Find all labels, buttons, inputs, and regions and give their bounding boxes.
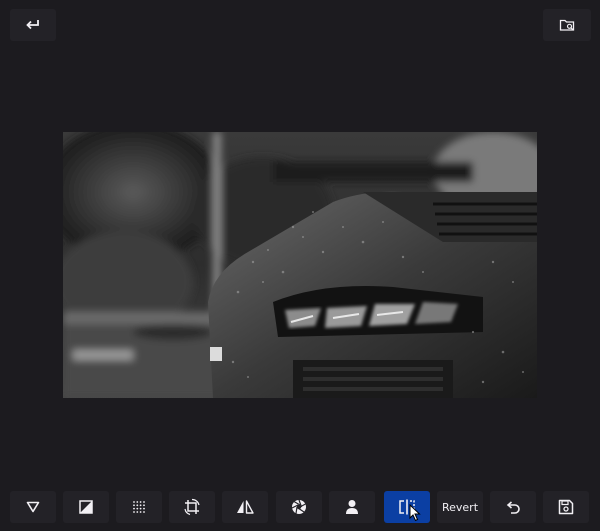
grain-dots-icon: [133, 501, 145, 513]
crop-rotate-button[interactable]: [169, 491, 215, 523]
car-photo: [63, 132, 537, 398]
back-button[interactable]: [10, 9, 56, 41]
compare-split-icon: [399, 499, 415, 515]
filter-dropdown-button[interactable]: [10, 491, 56, 523]
image-filter-icon: [79, 500, 93, 514]
flip-button[interactable]: [222, 491, 268, 523]
folder-search-icon: [559, 19, 575, 31]
portrait-button[interactable]: [329, 491, 375, 523]
save-icon: [558, 499, 574, 515]
grain-button[interactable]: [116, 491, 162, 523]
aperture-icon: [291, 499, 306, 514]
flip-icon: [237, 500, 254, 514]
revert-label: Revert: [441, 500, 479, 514]
triangle-down-icon: [26, 501, 40, 513]
undo-button[interactable]: [490, 491, 536, 523]
return-arrow-icon: [26, 20, 39, 30]
image-adjust-button[interactable]: [63, 491, 109, 523]
undo-icon: [506, 501, 520, 514]
aperture-button[interactable]: [276, 491, 322, 523]
person-icon: [346, 500, 358, 514]
photo-preview[interactable]: [63, 132, 537, 398]
edit-toolbar: Revert: [0, 488, 600, 526]
image-editor: Revert: [0, 0, 600, 531]
revert-button[interactable]: Revert: [437, 491, 483, 523]
crop-rotate-icon: [184, 498, 200, 516]
save-button[interactable]: [543, 491, 589, 523]
open-folder-button[interactable]: [543, 9, 591, 41]
compare-button[interactable]: [384, 491, 430, 523]
